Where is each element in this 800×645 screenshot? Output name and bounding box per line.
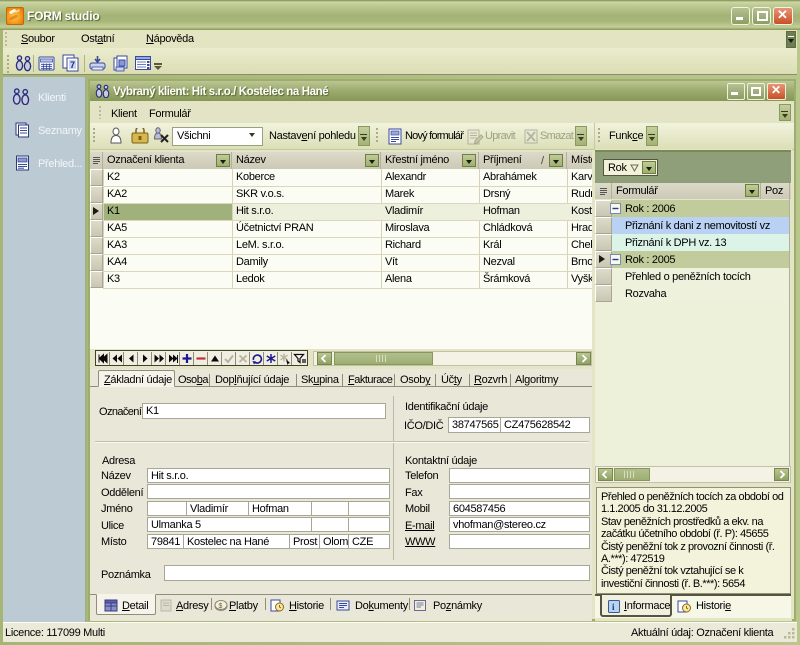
svg-text:7: 7 <box>70 60 75 70</box>
svg-text:$: $ <box>219 603 223 610</box>
